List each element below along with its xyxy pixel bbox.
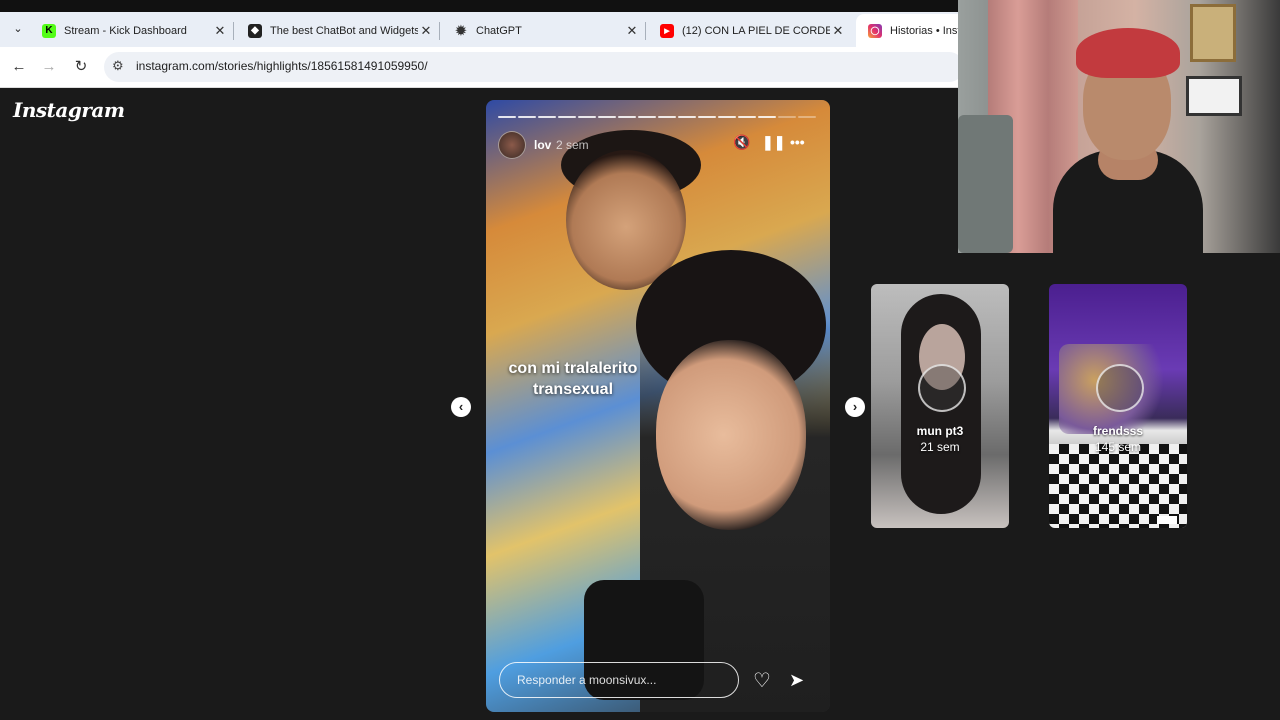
reload-icon[interactable]: ↻: [70, 56, 92, 78]
address-bar[interactable]: ⚙ instagram.com/stories/highlights/18561…: [104, 52, 964, 82]
youtube-icon: ▶: [660, 23, 674, 38]
chevron-left-icon[interactable]: ‹: [451, 397, 471, 417]
chevron-right-icon[interactable]: ›: [845, 397, 865, 417]
chevron-down-icon[interactable]: ⌄: [8, 19, 28, 39]
chatbot-icon: ◆: [248, 23, 262, 38]
story-username[interactable]: lov: [534, 138, 551, 152]
story-caption-line: con mi tralalerito: [508, 360, 638, 377]
pause-icon[interactable]: ❚❚: [762, 134, 785, 151]
progress-segment: [538, 116, 556, 118]
story-image-part: [656, 340, 806, 530]
tab-title: ChatGPT: [476, 24, 522, 37]
kick-icon: K: [42, 23, 56, 38]
tab-title: The best ChatBot and Widgets: [270, 24, 418, 37]
tab-chatgpt[interactable]: ✹ ChatGPT ✕: [442, 14, 646, 47]
progress-segment: [498, 116, 516, 118]
progress-segment: [638, 116, 656, 118]
highlight-name: frendsss: [1092, 424, 1144, 438]
progress-segment: [698, 116, 716, 118]
progress-segment: [598, 116, 616, 118]
tab-kick-dashboard[interactable]: K Stream - Kick Dashboard ✕: [30, 14, 234, 47]
progress-segment: [798, 116, 816, 118]
send-icon[interactable]: ➤: [789, 670, 804, 691]
close-icon[interactable]: ✕: [830, 23, 846, 39]
watermark-badge: [1157, 516, 1177, 524]
ellipsis-icon[interactable]: •••: [790, 134, 805, 150]
progress-segment: [758, 116, 776, 118]
tab-youtube[interactable]: ▶ (12) CON LA PIEL DE CORDERO ✕: [648, 14, 852, 47]
highlight-time: 21 sem: [920, 440, 960, 454]
arrow-left-icon[interactable]: ←: [8, 56, 30, 78]
instagram-icon: ◯: [868, 23, 882, 38]
close-icon[interactable]: ✕: [624, 23, 640, 39]
highlight-name: mun pt3: [916, 424, 964, 438]
tab-title: (12) CON LA PIEL DE CORDERO: [682, 24, 830, 37]
chatgpt-icon: ✹: [455, 22, 467, 38]
instagram-logo[interactable]: Instagram: [13, 98, 125, 122]
tab-separator: [439, 22, 440, 40]
progress-segment: [658, 116, 676, 118]
next-highlight-preview[interactable]: mun pt3 21 sem: [871, 284, 1009, 528]
webcam-background: [958, 115, 1013, 253]
story-time: 2 sem: [556, 138, 589, 152]
url-text[interactable]: instagram.com/stories/highlights/1856158…: [136, 59, 428, 73]
tab-title: Stream - Kick Dashboard: [64, 24, 187, 37]
story-progress-bar: [498, 116, 816, 118]
progress-segment: [778, 116, 796, 118]
muted-speaker-icon[interactable]: 🔇: [733, 134, 750, 151]
avatar: [918, 364, 966, 412]
highlight-time: 145 sem: [1094, 440, 1142, 454]
close-icon[interactable]: ✕: [418, 23, 434, 39]
avatar[interactable]: [498, 131, 526, 159]
progress-segment: [618, 116, 636, 118]
progress-segment: [718, 116, 736, 118]
progress-segment: [738, 116, 756, 118]
progress-segment: [558, 116, 576, 118]
heart-icon[interactable]: ♡: [753, 668, 771, 693]
story-caption: con mi tralalerito transexual: [490, 358, 656, 400]
progress-segment: [578, 116, 596, 118]
webcam-background: [1186, 76, 1242, 116]
story-caption-line: transexual: [532, 381, 614, 398]
webcam-person: [1076, 28, 1180, 78]
tab-chatbot-widgets[interactable]: ◆ The best ChatBot and Widgets ✕: [236, 14, 440, 47]
close-icon[interactable]: ✕: [212, 23, 228, 39]
reply-input[interactable]: [499, 662, 739, 698]
tune-icon[interactable]: ⚙: [112, 58, 124, 74]
arrow-right-icon[interactable]: →: [38, 56, 60, 78]
progress-segment: [678, 116, 696, 118]
progress-segment: [518, 116, 536, 118]
webcam-overlay: [958, 0, 1280, 253]
webcam-background: [1190, 4, 1236, 62]
tab-separator: [645, 22, 646, 40]
avatar: [1096, 364, 1144, 412]
next-highlight-preview[interactable]: frendsss 145 sem: [1049, 284, 1187, 528]
tab-separator: [233, 22, 234, 40]
story-viewer[interactable]: [486, 100, 830, 712]
